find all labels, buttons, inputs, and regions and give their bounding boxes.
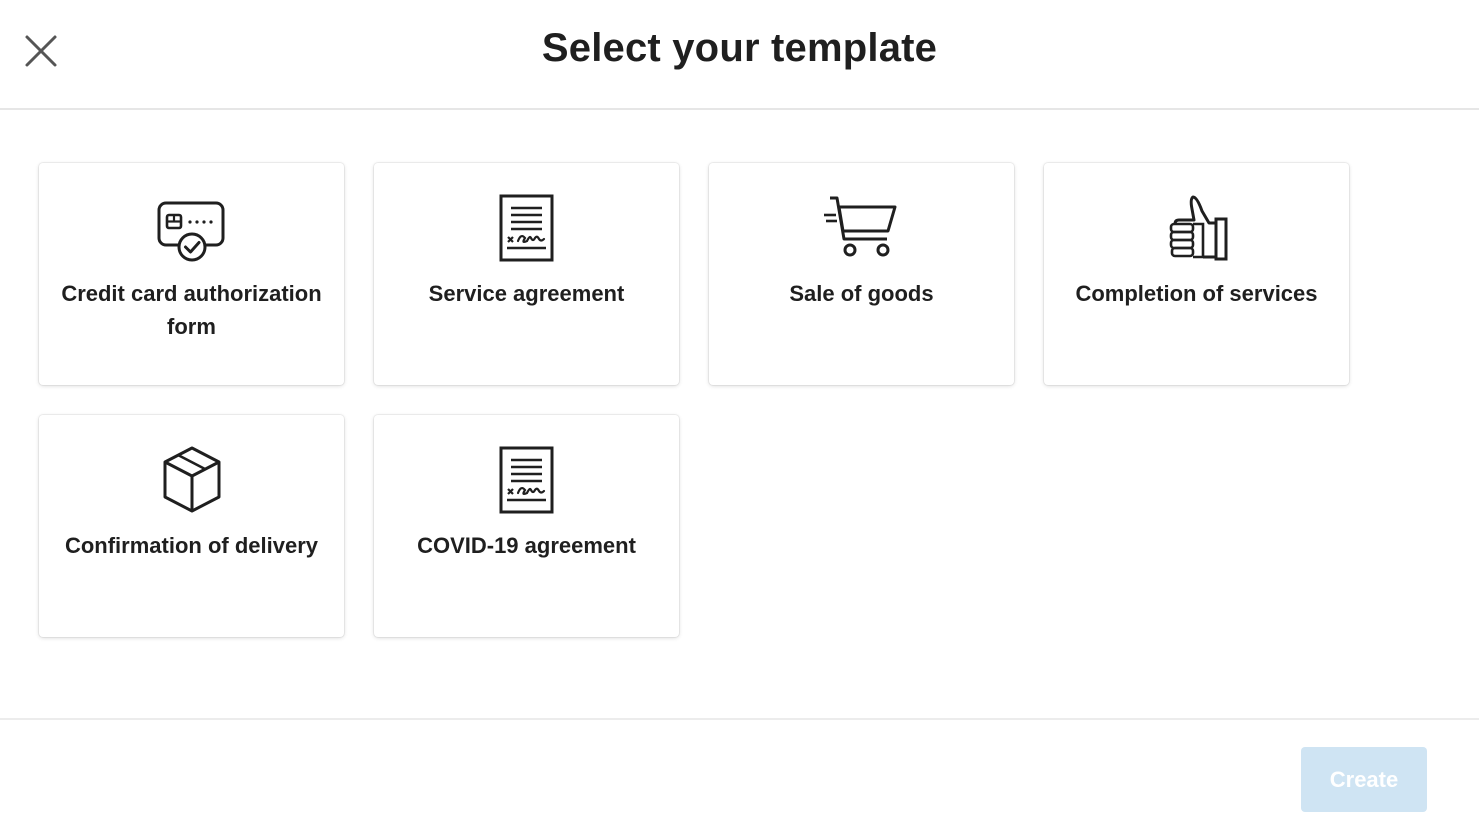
credit-card-check-icon bbox=[152, 193, 232, 265]
template-card-label: Service agreement bbox=[428, 281, 625, 306]
template-card-sale-of-goods[interactable]: Sale of goods bbox=[709, 163, 1014, 385]
create-button[interactable]: Create bbox=[1301, 747, 1427, 812]
template-card-confirmation-of-delivery[interactable]: Confirmation of delivery bbox=[39, 415, 344, 637]
dialog-header: Select your template bbox=[0, 0, 1479, 110]
package-box-icon bbox=[152, 445, 232, 517]
shopping-cart-icon bbox=[822, 193, 902, 265]
template-card-covid-19-agreement[interactable]: COVID-19 agreement bbox=[374, 415, 679, 637]
template-card-label: Confirmation of delivery bbox=[64, 533, 319, 558]
template-card-label: COVID-19 agreement bbox=[417, 533, 636, 558]
page-title: Select your template bbox=[541, 26, 938, 70]
template-card-label: Credit card authorization form bbox=[61, 281, 322, 339]
template-card-completion-of-services[interactable]: Completion of services bbox=[1044, 163, 1349, 385]
template-card-label: Sale of goods bbox=[789, 281, 934, 306]
thumbs-up-icon bbox=[1157, 193, 1237, 265]
template-card-credit-card-authorization[interactable]: Credit card authorization form bbox=[39, 163, 344, 385]
dialog-footer bbox=[0, 718, 1479, 833]
signed-document-icon bbox=[487, 445, 567, 517]
template-card-label: Completion of services bbox=[1075, 281, 1318, 306]
template-card-service-agreement[interactable]: Service agreement bbox=[374, 163, 679, 385]
signed-document-icon bbox=[487, 193, 567, 265]
